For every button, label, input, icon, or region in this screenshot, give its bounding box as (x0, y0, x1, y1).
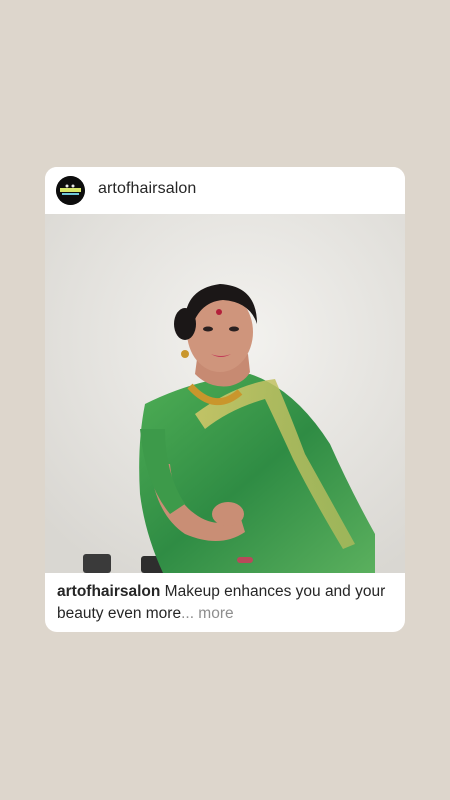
post-photo-image (45, 214, 405, 573)
caption-more-link[interactable]: more (194, 605, 233, 622)
caption-ellipsis: ... (181, 605, 194, 622)
post-username[interactable]: artofhairsalon (98, 180, 196, 198)
post-header: artofhairsalon (45, 167, 405, 214)
story-screen: artofhairsalon artofhairsalon Makeup enh… (0, 0, 450, 800)
post-caption: artofhairsalon Makeup enhances you and y… (57, 581, 397, 625)
salon-logo-icon (56, 176, 85, 205)
caption-username[interactable]: artofhairsalon (57, 583, 160, 600)
post-photo[interactable] (45, 214, 405, 573)
avatar[interactable] (56, 176, 85, 205)
post-card[interactable]: artofhairsalon artofhairsalon Makeup enh… (45, 167, 405, 632)
